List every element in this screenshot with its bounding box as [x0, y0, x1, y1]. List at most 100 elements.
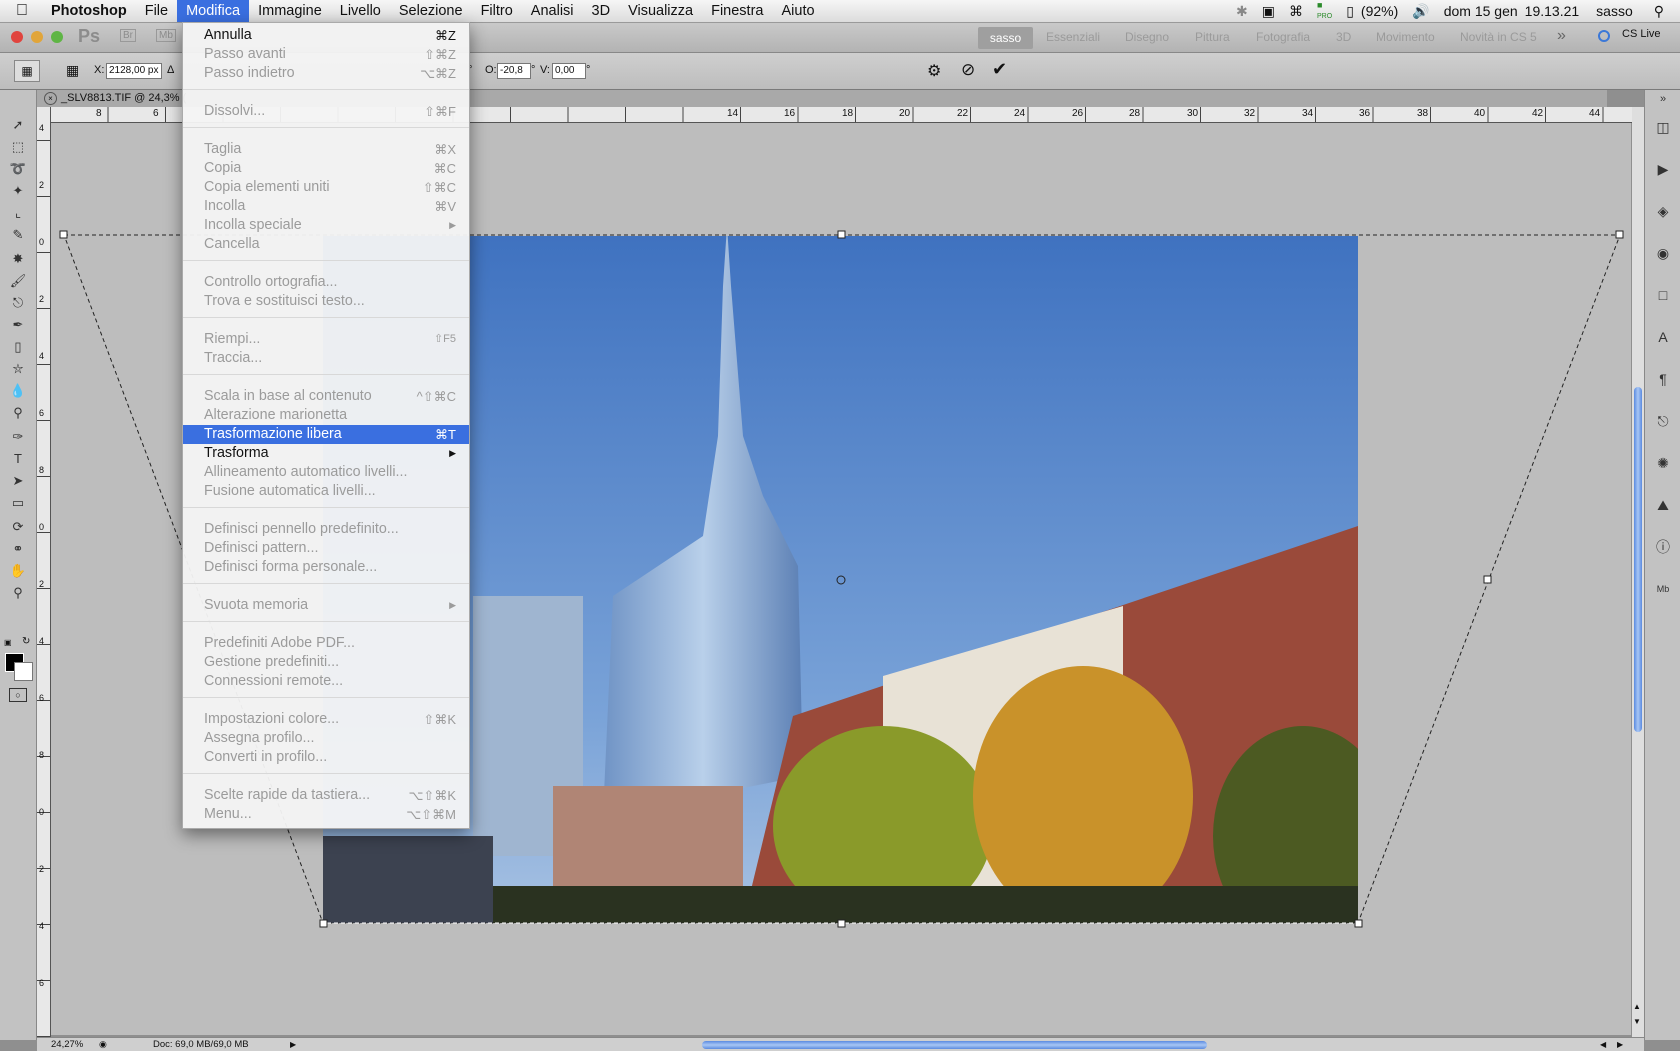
- ruler-tick: 22: [957, 108, 969, 119]
- menu-separator: [183, 127, 469, 128]
- menu-item-trova-sostituisci[interactable]: Trova e sostituisci testo...: [183, 292, 469, 311]
- menu-item-impostazioni-colore[interactable]: Impostazioni colore... ⇧⌘K: [183, 710, 469, 729]
- ruler-tick: 8: [96, 108, 102, 119]
- menu-item-shortcut: ^⇧⌘C: [416, 389, 456, 404]
- menu-item-fusione-automatica[interactable]: Fusione automatica livelli...: [183, 482, 469, 501]
- menu-item-label: Scala in base al contenuto: [204, 388, 372, 404]
- menu-item-copia[interactable]: Copia ⌘C: [183, 159, 469, 178]
- submenu-arrow-icon: ▶: [449, 220, 456, 230]
- ruler-tick: 30: [1187, 108, 1199, 119]
- menu-item-label: Definisci pennello predefinito...: [204, 521, 399, 537]
- transform-handle[interactable]: [319, 919, 328, 928]
- transform-handle[interactable]: [837, 919, 846, 928]
- menu-item-label: Annulla: [204, 27, 252, 43]
- menu-separator: [183, 89, 469, 90]
- menu-item-controllo-ortografia[interactable]: Controllo ortografia...: [183, 273, 469, 292]
- menu-item-label: Traccia...: [204, 350, 263, 366]
- menu-item-shortcut: ⌘V: [434, 199, 456, 214]
- horizontal-scroll-thumb[interactable]: [702, 1041, 1207, 1049]
- ruler-tick: 6: [39, 693, 45, 703]
- menu-item-shortcut: ⇧⌘Z: [424, 47, 456, 62]
- menu-item-incolla[interactable]: Incolla ⌘V: [183, 197, 469, 216]
- menu-item-menu[interactable]: Menu... ⌥⇧⌘M: [183, 805, 469, 824]
- ruler-tick: 4: [39, 123, 45, 133]
- menu-item-gestione-predefiniti[interactable]: Gestione predefiniti...: [183, 653, 469, 672]
- scroll-left-icon[interactable]: ◀: [1600, 1038, 1606, 1051]
- ruler-tick: 8: [39, 465, 45, 475]
- menu-item-label: Copia: [204, 160, 242, 176]
- menu-item-passo-indietro[interactable]: Passo indietro ⌥⌘Z: [183, 64, 469, 83]
- ruler-tick: 6: [39, 978, 45, 988]
- menu-item-label: Incolla: [204, 198, 246, 214]
- horizontal-scrollbar[interactable]: [307, 1038, 1637, 1051]
- menu-item-incolla-speciale[interactable]: Incolla speciale ▶: [183, 216, 469, 235]
- menu-item-traccia[interactable]: Traccia...: [183, 349, 469, 368]
- ruler-tick: 18: [842, 108, 854, 119]
- transform-handle[interactable]: [59, 230, 68, 239]
- transform-handle[interactable]: [1354, 919, 1363, 928]
- status-menu-icon[interactable]: ▶: [290, 1038, 296, 1051]
- menu-item-connessioni-remote[interactable]: Connessioni remote...: [183, 672, 469, 691]
- menu-item-scala-contenuto[interactable]: Scala in base al contenuto ^⇧⌘C: [183, 387, 469, 406]
- menu-item-converti-profilo[interactable]: Converti in profilo...: [183, 748, 469, 767]
- menu-item-label: Passo avanti: [204, 46, 286, 62]
- menu-item-definisci-pattern[interactable]: Definisci pattern...: [183, 539, 469, 558]
- menu-item-label: Passo indietro: [204, 65, 295, 81]
- menu-item-allineamento-automatico[interactable]: Allineamento automatico livelli...: [183, 463, 469, 482]
- menu-item-shortcut: ⌥⌘Z: [420, 66, 456, 81]
- menu-item-svuota-memoria[interactable]: Svuota memoria ▶: [183, 596, 469, 615]
- menu-item-copia-elementi-uniti[interactable]: Copia elementi uniti ⇧⌘C: [183, 178, 469, 197]
- menu-item-assegna-profilo[interactable]: Assegna profilo...: [183, 729, 469, 748]
- transform-center-icon[interactable]: [836, 575, 846, 585]
- vertical-scroll-thumb[interactable]: [1634, 387, 1642, 732]
- ruler-tick: 20: [899, 108, 911, 119]
- menu-item-shortcut: ⇧⌘C: [422, 180, 456, 195]
- menu-item-dissolvi[interactable]: Dissolvi... ⇧⌘F: [183, 102, 469, 121]
- ruler-tick: 0: [39, 237, 45, 247]
- menu-item-label: Definisci pattern...: [204, 540, 319, 556]
- menu-item-trasforma[interactable]: Trasforma ▶: [183, 444, 469, 463]
- status-options-icon[interactable]: ◉: [99, 1038, 107, 1051]
- ruler-tick: 2: [39, 294, 45, 304]
- ruler-tick: 26: [1072, 108, 1084, 119]
- menu-separator: [183, 317, 469, 318]
- menu-item-scelte-rapide[interactable]: Scelte rapide da tastiera... ⌥⇧⌘K: [183, 786, 469, 805]
- menu-item-label: Connessioni remote...: [204, 673, 344, 689]
- menu-item-label: Svuota memoria: [204, 597, 309, 613]
- transform-handle[interactable]: [1615, 230, 1624, 239]
- zoom-level[interactable]: 24,27%: [51, 1038, 83, 1051]
- menu-separator: [183, 260, 469, 261]
- scroll-down-icon[interactable]: ▼: [1633, 1017, 1641, 1026]
- menu-item-passo-avanti[interactable]: Passo avanti ⇧⌘Z: [183, 45, 469, 64]
- menu-item-taglia[interactable]: Taglia ⌘X: [183, 140, 469, 159]
- transform-handle[interactable]: [837, 230, 846, 239]
- menu-item-cancella[interactable]: Cancella: [183, 235, 469, 254]
- edit-menu-dropdown: Annulla ⌘Z Passo avanti ⇧⌘Z Passo indietro…: [182, 22, 470, 829]
- transform-handle[interactable]: [1483, 575, 1492, 584]
- menu-item-shortcut: ⌥⇧⌘K: [408, 788, 456, 803]
- menu-item-trasformazione-libera[interactable]: Trasformazione libera ⌘T: [183, 425, 469, 444]
- menu-item-label: Copia elementi uniti: [204, 179, 330, 195]
- menu-item-label: Riempi...: [204, 331, 261, 347]
- menu-item-shortcut: ⇧⌘F: [424, 104, 456, 119]
- menu-item-label: Allineamento automatico livelli...: [204, 464, 408, 480]
- scroll-up-icon[interactable]: ▲: [1633, 1002, 1641, 1011]
- scroll-right-icon[interactable]: ▶: [1617, 1038, 1623, 1051]
- menu-item-annulla[interactable]: Annulla ⌘Z: [183, 26, 469, 45]
- vertical-scrollbar[interactable]: ▲ ▼: [1632, 107, 1644, 1037]
- menu-item-label: Fusione automatica livelli...: [204, 483, 376, 499]
- menu-item-definisci-forma[interactable]: Definisci forma personale...: [183, 558, 469, 577]
- menu-item-alterazione-marionetta[interactable]: Alterazione marionetta: [183, 406, 469, 425]
- ruler-tick: 14: [727, 108, 739, 119]
- ruler-tick: 6: [39, 408, 45, 418]
- ruler-tick: 32: [1244, 108, 1256, 119]
- ruler-tick: 16: [784, 108, 796, 119]
- menu-item-predefiniti-pdf[interactable]: Predefiniti Adobe PDF...: [183, 634, 469, 653]
- menu-separator: [183, 621, 469, 622]
- ruler-tick: 0: [39, 807, 45, 817]
- status-bar: 24,27% ◉ Doc: 69,0 MB/69,0 MB ▶ ◀ ▶: [37, 1037, 1644, 1051]
- menu-item-riempi[interactable]: Riempi... ⇧F5: [183, 330, 469, 349]
- menu-item-label: Trova e sostituisci testo...: [204, 293, 365, 309]
- menu-separator: [183, 697, 469, 698]
- menu-item-definisci-pennello[interactable]: Definisci pennello predefinito...: [183, 520, 469, 539]
